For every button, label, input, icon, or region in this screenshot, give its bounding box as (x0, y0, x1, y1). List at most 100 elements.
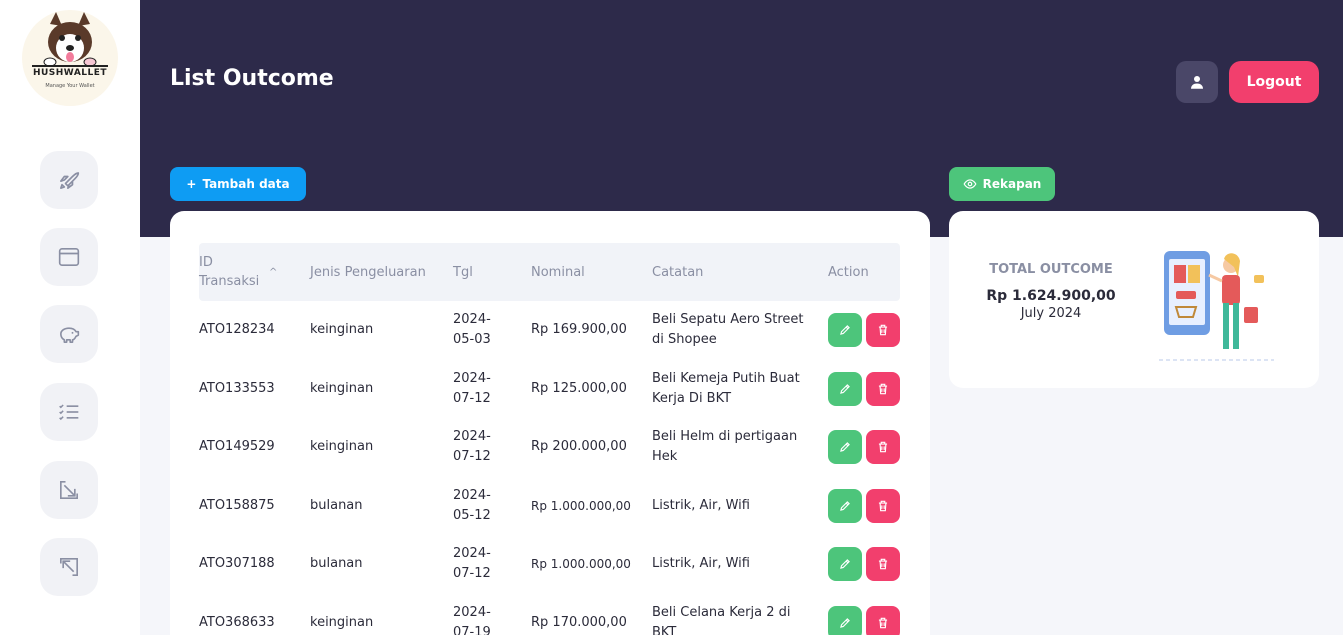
table-row: ATO149529 keinginan 2024-07-12 Rp 200.00… (199, 418, 900, 476)
pencil-icon (840, 325, 850, 335)
brand-logo[interactable]: HUSHWALLET Manage Your Wallet (22, 10, 118, 106)
edit-button[interactable] (828, 606, 862, 635)
husky-logo-icon (43, 12, 97, 67)
add-data-button[interactable]: + Tambah data (170, 167, 306, 201)
cell-catatan: Beli Helm di pertigaan Hek (652, 429, 798, 464)
sidebar-item-dashboard[interactable] (40, 151, 98, 209)
delete-button[interactable] (866, 489, 900, 523)
page-header (140, 0, 1343, 237)
delete-button[interactable] (866, 547, 900, 581)
piggy-bank-icon (60, 327, 80, 343)
cell-nominal: Rp 1.000.000,00 (531, 499, 631, 513)
cell-nominal: Rp 125.000,00 (531, 381, 627, 396)
cell-nominal: Rp 1.000.000,00 (531, 557, 631, 571)
cell-id: ATO133553 (199, 381, 275, 396)
logout-button[interactable]: Logout (1229, 61, 1319, 103)
window-icon (58, 248, 80, 266)
trash-icon (878, 617, 888, 629)
add-data-label: Tambah data (202, 177, 290, 191)
outcome-table-card: ID Transaksi ^ Jenis Pengeluaran Tgl Nom… (170, 211, 930, 635)
table-row: ATO368633 keinginan 2024-07-19 Rp 170.00… (199, 594, 900, 635)
column-header-id[interactable]: ID Transaksi ^ (199, 243, 299, 301)
trash-icon (878, 324, 888, 336)
edit-button[interactable] (828, 313, 862, 347)
pencil-icon (840, 559, 850, 569)
total-outcome-card: TOTAL OUTCOME Rp 1.624.900,00 July 2024 (949, 211, 1319, 388)
arrow-out-icon (60, 558, 78, 576)
user-profile-button[interactable] (1176, 61, 1218, 103)
trash-icon (878, 441, 888, 453)
cell-catatan: Listrik, Air, Wifi (652, 498, 750, 513)
delete-button[interactable] (866, 313, 900, 347)
shopping-illustration (1159, 251, 1274, 361)
table-header: ID Transaksi ^ Jenis Pengeluaran Tgl Nom… (199, 243, 900, 301)
cell-tgl: 2024-07-12 (453, 429, 491, 464)
table-row: ATO158875 bulanan 2024-05-12 Rp 1.000.00… (199, 477, 900, 535)
cell-id: ATO307188 (199, 556, 275, 571)
brand-tagline: Manage Your Wallet (45, 83, 95, 89)
cell-id: ATO128234 (199, 322, 275, 337)
cell-tgl: 2024-05-03 (453, 312, 491, 347)
cell-nominal: Rp 169.900,00 (531, 322, 627, 337)
cell-tgl: 2024-07-12 (453, 371, 491, 406)
cell-jenis: bulanan (310, 556, 363, 571)
arrow-in-icon (60, 481, 78, 499)
cell-tgl: 2024-05-12 (453, 488, 491, 523)
column-header-catatan: Catatan (652, 264, 704, 280)
total-outcome-period: July 2024 (1020, 306, 1082, 321)
edit-button[interactable] (828, 547, 862, 581)
recap-label: Rekapan (982, 177, 1042, 191)
edit-button[interactable] (828, 489, 862, 523)
delete-button[interactable] (866, 372, 900, 406)
cell-nominal: Rp 170.000,00 (531, 615, 627, 630)
edit-button[interactable] (828, 372, 862, 406)
plus-icon: + (186, 177, 197, 191)
cell-id: ATO368633 (199, 615, 275, 630)
recap-button[interactable]: Rekapan (949, 167, 1055, 201)
cell-catatan: Beli Celana Kerja 2 di BKT (652, 605, 791, 635)
sidebar: HUSHWALLET Manage Your Wallet (0, 0, 140, 635)
cell-catatan: Listrik, Air, Wifi (652, 556, 750, 571)
eye-icon (963, 179, 977, 189)
edit-button[interactable] (828, 430, 862, 464)
cell-jenis: keinginan (310, 615, 374, 630)
total-outcome-value: Rp 1.624.900,00 (986, 288, 1116, 304)
sidebar-item-wallet[interactable] (40, 228, 98, 286)
cell-jenis: keinginan (310, 439, 374, 454)
sidebar-item-savings[interactable] (40, 305, 98, 363)
cell-jenis: keinginan (310, 381, 374, 396)
brand-name: HUSHWALLET (32, 68, 108, 78)
table-row: ATO307188 bulanan 2024-07-12 Rp 1.000.00… (199, 535, 900, 593)
table-row: ATO128234 keinginan 2024-05-03 Rp 169.90… (199, 301, 900, 359)
trash-icon (878, 383, 888, 395)
pencil-icon (840, 501, 850, 511)
sidebar-item-income[interactable] (40, 461, 98, 519)
sidebar-item-list[interactable] (40, 383, 98, 441)
rocket-icon (60, 172, 80, 189)
page-title: List Outcome (170, 66, 334, 91)
cell-tgl: 2024-07-12 (453, 546, 491, 581)
cell-catatan: Beli Kemeja Putih Buat Kerja Di BKT (652, 371, 800, 406)
pencil-icon (840, 442, 850, 452)
cell-id: ATO158875 (199, 498, 275, 513)
column-header-nominal: Nominal (531, 264, 585, 280)
trash-icon (878, 558, 888, 570)
column-header-tgl: Tgl (453, 264, 473, 280)
cell-nominal: Rp 200.000,00 (531, 439, 627, 454)
cell-jenis: keinginan (310, 322, 374, 337)
column-header-action: Action (828, 264, 869, 280)
total-outcome-label: TOTAL OUTCOME (989, 262, 1113, 277)
table-row: ATO133553 keinginan 2024-07-12 Rp 125.00… (199, 360, 900, 418)
logo-divider (32, 65, 108, 67)
sidebar-item-outcome[interactable] (40, 538, 98, 596)
pencil-icon (840, 384, 850, 394)
user-icon (1191, 76, 1203, 89)
cell-jenis: bulanan (310, 498, 363, 513)
cell-id: ATO149529 (199, 439, 275, 454)
delete-button[interactable] (866, 606, 900, 635)
pencil-icon (840, 618, 850, 628)
sort-asc-icon[interactable]: ^ (269, 263, 277, 282)
column-header-jenis: Jenis Pengeluaran (310, 264, 426, 280)
delete-button[interactable] (866, 430, 900, 464)
cell-tgl: 2024-07-19 (453, 605, 491, 635)
